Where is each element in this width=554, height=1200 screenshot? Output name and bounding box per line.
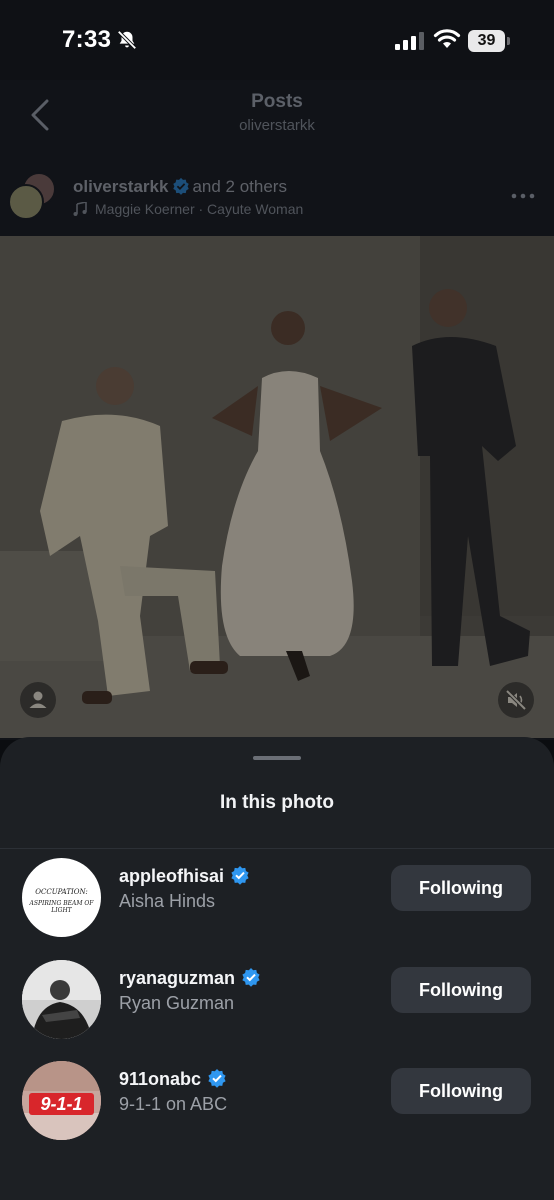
post-header [0, 160, 554, 236]
verified-badge-icon [231, 866, 249, 885]
post-music[interactable]: Maggie Koerner · Cayute Woman [73, 201, 303, 217]
user-handle[interactable]: 911onabc [119, 1068, 227, 1090]
page-subtitle: oliverstarkk [239, 117, 315, 134]
avatar-text: ASPIRING BEAM OF LIGHT [29, 900, 94, 914]
post-photo[interactable] [0, 236, 554, 738]
speaker-muted-icon[interactable] [498, 682, 534, 718]
page-title: Posts [251, 91, 303, 112]
avatar-text: OCCUPATION: [35, 888, 88, 896]
avatar[interactable] [22, 960, 101, 1039]
post-photo-scene [0, 236, 554, 738]
following-button[interactable]: Following [391, 967, 531, 1013]
user-handle-text[interactable]: ryanaguzman [119, 968, 235, 988]
following-button[interactable]: Following [391, 1068, 531, 1114]
user-handle-text[interactable]: 911onabc [119, 1069, 201, 1089]
tagged-user-row[interactable]: 9-1-1 911onabc 9-1-1 on ABC Following [0, 1053, 554, 1143]
avatar[interactable]: OCCUPATION: ASPIRING BEAM OF LIGHT [22, 858, 101, 937]
avatar-photo: 9-1-1 [22, 1061, 101, 1140]
person-tag-icon[interactable] [20, 682, 56, 718]
sheet-title: In this photo [220, 792, 334, 813]
avatar-photo [22, 960, 101, 1039]
post-author-line[interactable]: oliverstarkk and 2 others [73, 177, 287, 197]
status-bar: 7:33 39 [0, 0, 554, 80]
music-track: Maggie Koerner · Cayute Woman [95, 201, 304, 217]
status-time: 7:33 [62, 26, 112, 53]
following-button[interactable]: Following [391, 865, 531, 911]
battery-level: 39 [477, 32, 496, 49]
more-icon[interactable] [510, 188, 536, 204]
avatar [8, 184, 44, 220]
music-note-icon [73, 202, 87, 216]
signal-icon [395, 32, 424, 50]
sheet-divider [0, 848, 554, 849]
bell-slash-icon [117, 30, 137, 50]
verified-badge-icon [173, 177, 190, 195]
wifi-icon [433, 29, 461, 48]
post-author-avatars[interactable] [8, 172, 58, 222]
battery-indicator: 39 [468, 30, 510, 52]
user-handle[interactable]: ryanaguzman [119, 967, 261, 989]
post-collaborators[interactable]: and 2 others [192, 177, 287, 196]
tagged-user-row[interactable]: OCCUPATION: ASPIRING BEAM OF LIGHT apple… [0, 850, 554, 940]
tagged-user-row[interactable]: ryanaguzman Ryan Guzman Following [0, 952, 554, 1042]
avatar-text: 9-1-1 [40, 1094, 82, 1114]
user-handle[interactable]: appleofhisai [119, 865, 250, 887]
sheet-grabber[interactable] [253, 756, 301, 760]
post-author-handle[interactable]: oliverstarkk [73, 177, 168, 196]
user-full-name: Aisha Hinds [119, 891, 216, 911]
verified-badge-icon [208, 1069, 226, 1088]
verified-badge-icon [242, 968, 260, 987]
user-full-name: Ryan Guzman [119, 993, 235, 1013]
avatar[interactable]: 9-1-1 [22, 1061, 101, 1140]
user-handle-text[interactable]: appleofhisai [119, 866, 224, 886]
user-full-name: 9-1-1 on ABC [119, 1094, 228, 1114]
